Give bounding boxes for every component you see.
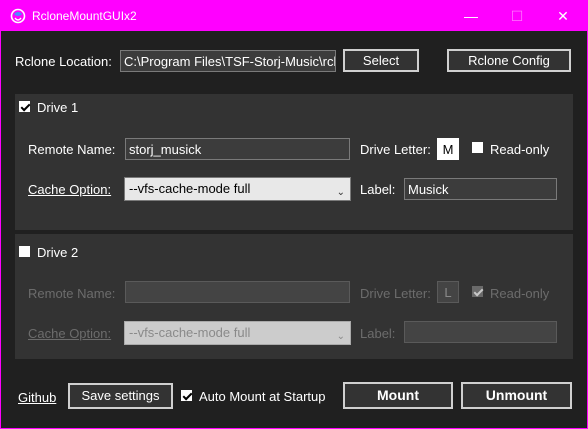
close-button[interactable]: ✕ xyxy=(540,4,586,28)
rclone-config-button[interactable]: Rclone Config xyxy=(447,49,571,72)
maximize-button[interactable]: ☐ xyxy=(494,4,540,28)
drive-2-remote-name-input[interactable] xyxy=(125,281,350,303)
drive-1-label-label: Label: xyxy=(360,182,396,197)
drive-2-drive-letter-input[interactable]: L xyxy=(437,281,459,303)
save-settings-button[interactable]: Save settings xyxy=(68,383,173,409)
drive-2-remote-name-label: Remote Name: xyxy=(28,286,116,301)
drive-2-readonly-label: Read-only xyxy=(490,286,550,301)
app-window: RcloneMountGUIx2 — ☐ ✕ Rclone Location: … xyxy=(0,0,588,429)
chevron-down-icon: ⌄ xyxy=(336,331,345,342)
rclone-location-input[interactable]: C:\Program Files\TSF-Storj-Music\rcl xyxy=(120,50,336,72)
drive-2-readonly-checkbox[interactable] xyxy=(472,286,483,297)
drive-2-cache-option-link[interactable]: Cache Option: xyxy=(28,326,111,341)
drive-2-enable-checkbox[interactable] xyxy=(19,246,30,257)
drive-1-remote-name-label: Remote Name: xyxy=(28,142,116,157)
drive-1-readonly-checkbox[interactable] xyxy=(472,142,483,153)
title-bar[interactable]: RcloneMountGUIx2 — ☐ ✕ xyxy=(1,1,587,31)
drive-2-title: Drive 2 xyxy=(37,245,79,260)
github-link[interactable]: Github xyxy=(18,390,56,405)
mount-button[interactable]: Mount xyxy=(343,382,453,409)
rclone-location-label: Rclone Location: xyxy=(15,54,112,69)
auto-mount-label: Auto Mount at Startup xyxy=(199,389,326,404)
drive-2-label-input[interactable] xyxy=(404,321,557,343)
auto-mount-checkbox[interactable] xyxy=(181,390,192,401)
drive-2-label-label: Label: xyxy=(360,326,396,341)
drive-1-label-input[interactable]: Musick xyxy=(404,178,557,200)
unmount-button[interactable]: Unmount xyxy=(461,382,572,409)
drive-1-drive-letter-input[interactable]: M xyxy=(437,138,459,160)
drive-1-title: Drive 1 xyxy=(37,100,79,115)
drive-1-cache-option-link[interactable]: Cache Option: xyxy=(28,182,111,197)
drive-1-panel xyxy=(15,94,573,230)
drive-1-remote-name-input[interactable]: storj_musick xyxy=(125,138,350,160)
drive-1-cache-option-value: --vfs-cache-mode full xyxy=(129,181,251,196)
chevron-down-icon: ⌄ xyxy=(336,187,345,198)
window-title: RcloneMountGUIx2 xyxy=(32,9,137,23)
drive-1-enable-checkbox[interactable] xyxy=(19,101,30,112)
drive-1-readonly-label: Read-only xyxy=(490,142,550,157)
minimize-button[interactable]: — xyxy=(448,4,494,28)
select-button[interactable]: Select xyxy=(343,49,419,72)
drive-1-cache-option-select[interactable]: --vfs-cache-mode full ⌄ xyxy=(124,177,351,201)
app-logo-icon xyxy=(10,8,26,24)
drive-2-drive-letter-label: Drive Letter: xyxy=(360,286,431,301)
drive-1-drive-letter-label: Drive Letter: xyxy=(360,142,431,157)
drive-2-cache-option-select[interactable]: --vfs-cache-mode full ⌄ xyxy=(124,321,351,345)
drive-2-cache-option-value: --vfs-cache-mode full xyxy=(129,325,251,340)
